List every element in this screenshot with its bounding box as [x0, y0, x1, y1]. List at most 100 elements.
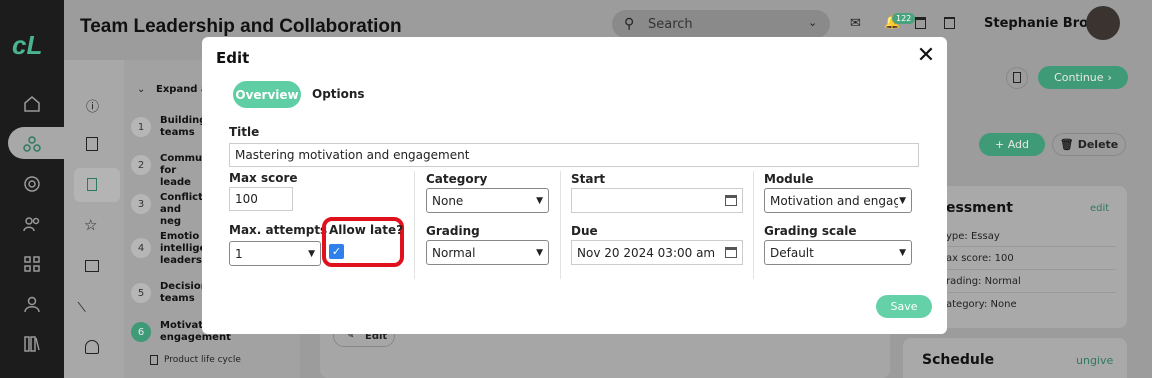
divider — [753, 171, 754, 279]
max-score-input[interactable]: 100 — [229, 187, 293, 211]
search-bar[interactable] — [612, 10, 830, 38]
category-value: None — [432, 193, 464, 208]
person-outline-icon[interactable] — [85, 340, 99, 354]
info-icon[interactable]: ⓘ — [86, 96, 99, 115]
chevron-down-icon: ▼ — [536, 247, 543, 258]
add-button[interactable]: + Add — [979, 133, 1045, 156]
assessment-row: rading: Normal — [946, 276, 1021, 287]
calendar-icon[interactable] — [725, 195, 737, 206]
step-label[interactable]: Emotio intellige leadersh — [160, 231, 209, 267]
chevron-down-icon[interactable]: ⌄ — [808, 16, 817, 29]
allow-late-label: Allow late? — [329, 223, 404, 237]
tab-options[interactable]: Options — [312, 87, 365, 101]
tab-overview[interactable]: Overview — [233, 81, 301, 108]
grading-value: Normal — [432, 245, 476, 260]
continue-button[interactable]: Continue › — [1038, 66, 1128, 89]
step-number: 1 — [131, 117, 151, 137]
assessment-title: essment — [946, 200, 1013, 216]
grading-scale-select[interactable]: Default ▼ — [764, 240, 912, 265]
logo-icon: cL — [12, 30, 43, 60]
step-number: 5 — [131, 283, 151, 303]
step-label[interactable]: Building teams — [160, 115, 206, 139]
chevron-down-icon: ▼ — [899, 247, 906, 258]
category-label: Category — [426, 172, 488, 186]
step-label[interactable]: Conflict and neg — [160, 192, 203, 228]
step-label[interactable]: Decision teams — [160, 281, 208, 305]
max-attempts-label: Max. attempts — [229, 223, 328, 237]
due-input[interactable]: Nov 20 2024 03:00 am — [571, 240, 743, 265]
due-value: Nov 20 2024 03:00 am — [577, 245, 716, 260]
step-number: 2 — [131, 155, 151, 175]
calendar-icon[interactable] — [915, 17, 926, 29]
divider — [946, 246, 1116, 247]
document-icon — [87, 178, 97, 191]
grading-scale-label: Grading scale — [764, 224, 857, 238]
search-input[interactable]: Search — [648, 17, 693, 32]
step-number: 4 — [131, 238, 151, 258]
category-select[interactable]: None ▼ — [426, 188, 549, 213]
delete-button[interactable]: 🗑 Delete — [1052, 133, 1126, 156]
home-icon[interactable] — [20, 92, 44, 116]
target-icon[interactable] — [20, 172, 44, 196]
assessment-row: ategory: None — [946, 299, 1017, 310]
max-attempts-value: 1 — [235, 246, 243, 261]
modal-title: Edit — [216, 49, 250, 67]
delete-label: Delete — [1077, 138, 1119, 151]
divider — [560, 171, 561, 279]
notification-badge: 122 — [892, 13, 916, 24]
mail-icon[interactable]: ✉ — [850, 16, 861, 31]
assessment-edit-link[interactable]: edit — [1090, 203, 1109, 214]
search-icon: ⚲ — [624, 16, 635, 32]
close-icon[interactable]: ✕ — [916, 45, 936, 67]
chevron-down-icon: ▼ — [899, 195, 906, 206]
continue-label: Continue — [1054, 71, 1104, 84]
users-icon[interactable] — [20, 212, 44, 236]
assessment-row: ax score: 100 — [946, 253, 1014, 264]
step-number: 3 — [131, 194, 151, 214]
step-label[interactable]: Commu for leade — [160, 153, 202, 189]
max-score-label: Max score — [229, 171, 298, 185]
grading-label: Grading — [426, 224, 480, 238]
step-number-active: 6 — [131, 322, 151, 342]
start-label: Start — [571, 172, 606, 186]
schedule-link[interactable]: ungive — [1076, 354, 1113, 367]
page-title: Team Leadership and Collaboration — [80, 16, 402, 37]
due-label: Due — [571, 224, 598, 238]
add-label: Add — [1007, 138, 1029, 151]
trash-icon[interactable] — [944, 17, 955, 29]
trash-icon: 🗑 — [1059, 138, 1074, 151]
document-icon — [1013, 72, 1021, 83]
chevron-down-icon: ▼ — [536, 195, 543, 206]
plus-icon: + — [994, 138, 1008, 151]
chevron-right-icon: › — [1107, 71, 1112, 84]
title-label: Title — [229, 125, 260, 139]
grid-icon[interactable] — [20, 252, 44, 276]
chevron-down-icon: ▼ — [308, 248, 315, 259]
avatar[interactable] — [1086, 6, 1120, 40]
star-icon[interactable]: ☆ — [84, 216, 97, 234]
allow-late-checkbox[interactable]: ✓ — [329, 244, 344, 259]
grading-select[interactable]: Normal ▼ — [426, 240, 549, 265]
library-icon[interactable] — [20, 332, 44, 356]
chevron-icon[interactable]: ⌄ — [137, 84, 145, 95]
assessment-row: ype: Essay — [946, 231, 1000, 242]
max-attempts-select[interactable]: 1 ▼ — [229, 241, 321, 266]
module-select[interactable]: Motivation and engage ▼ — [764, 188, 912, 213]
schedule-title: Schedule — [922, 352, 995, 368]
document-icon — [150, 355, 158, 365]
module-label: Module — [764, 172, 814, 186]
start-input[interactable] — [571, 188, 743, 213]
divider — [946, 292, 1116, 293]
person-icon[interactable] — [20, 292, 44, 316]
title-input[interactable]: Mastering motivation and engagement — [229, 143, 919, 167]
network-icon[interactable] — [20, 132, 44, 156]
calendar-icon[interactable] — [725, 247, 737, 258]
sub-item-label[interactable]: Product life cycle — [164, 355, 241, 365]
save-button[interactable]: Save — [876, 295, 932, 318]
divider — [414, 171, 415, 279]
book-icon[interactable] — [86, 137, 98, 151]
divider — [946, 269, 1116, 270]
active-section[interactable] — [74, 168, 120, 202]
module-value: Motivation and engage — [770, 193, 898, 208]
table-icon[interactable] — [85, 260, 99, 272]
